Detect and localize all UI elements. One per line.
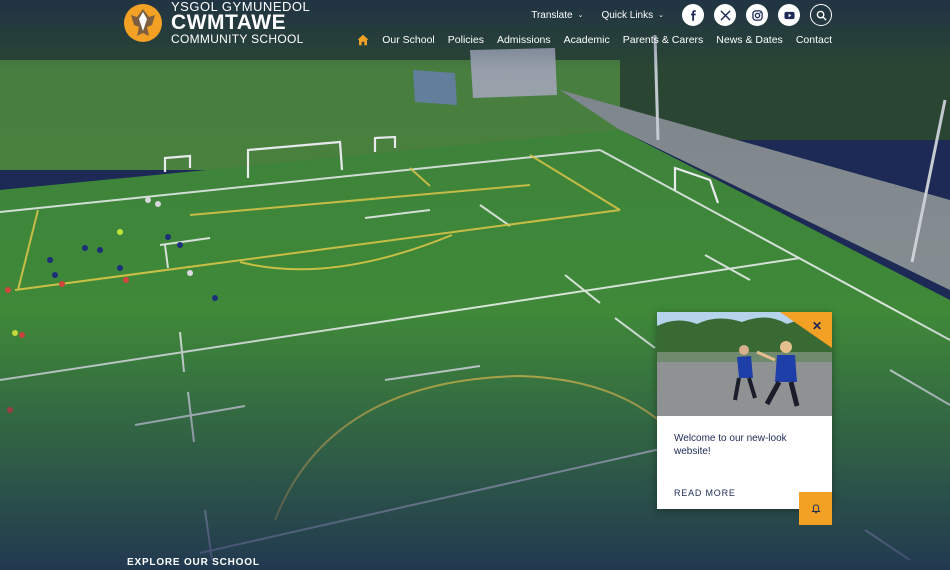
- translate-dropdown[interactable]: Translate ⌄: [531, 10, 583, 21]
- corner-accent: [780, 312, 832, 348]
- school-logo[interactable]: YSGOL GYMUNEDOL CWMTAWE COMMUNITY SCHOOL: [123, 0, 310, 45]
- utility-bar: Translate ⌄ Quick Links ⌄: [531, 4, 832, 26]
- brand-line-name: CWMTAWE: [171, 11, 287, 34]
- explore-link[interactable]: EXPLORE OUR SCHOOL: [127, 557, 260, 568]
- nav-policies[interactable]: Policies: [448, 34, 484, 46]
- youtube-button[interactable]: [778, 4, 800, 26]
- popup-message: Welcome to our new-look website!: [674, 433, 787, 457]
- search-icon: [816, 10, 827, 21]
- search-button[interactable]: [810, 4, 832, 26]
- quick-links-dropdown[interactable]: Quick Links ⌄: [601, 10, 664, 21]
- instagram-button[interactable]: [746, 4, 768, 26]
- chevron-down-icon: ⌄: [577, 12, 584, 19]
- instagram-icon: [751, 9, 763, 21]
- translate-label: Translate: [531, 9, 573, 21]
- popup-close-button[interactable]: ✕: [780, 312, 832, 348]
- home-icon: [357, 34, 369, 46]
- facebook-button[interactable]: [682, 4, 704, 26]
- nav-news-dates[interactable]: News & Dates: [716, 34, 783, 46]
- facebook-icon: [690, 9, 696, 21]
- chevron-down-icon: ⌄: [658, 12, 664, 19]
- notifications-button[interactable]: [799, 492, 832, 525]
- nav-academic[interactable]: Academic: [564, 34, 610, 46]
- crest-icon: [124, 3, 162, 42]
- welcome-popup: ✕ Welcome to our new-look website! READ …: [657, 312, 832, 509]
- quick-links-label: Quick Links: [601, 9, 654, 21]
- read-more-link[interactable]: READ MORE: [674, 488, 736, 498]
- brand-line-english: COMMUNITY SCHOOL: [171, 32, 304, 46]
- x-icon: [719, 9, 731, 21]
- nav-admissions[interactable]: Admissions: [497, 34, 551, 46]
- youtube-icon: [783, 11, 795, 19]
- close-icon: ✕: [811, 319, 822, 333]
- nav-our-school[interactable]: Our School: [382, 34, 435, 46]
- x-button[interactable]: [714, 4, 736, 26]
- main-navigation: Our School Policies Admissions Academic …: [357, 34, 832, 46]
- nav-home[interactable]: [357, 34, 369, 46]
- nav-parents-carers[interactable]: Parents & Carers: [623, 34, 704, 46]
- bell-icon: [811, 503, 820, 513]
- nav-contact[interactable]: Contact: [796, 34, 832, 46]
